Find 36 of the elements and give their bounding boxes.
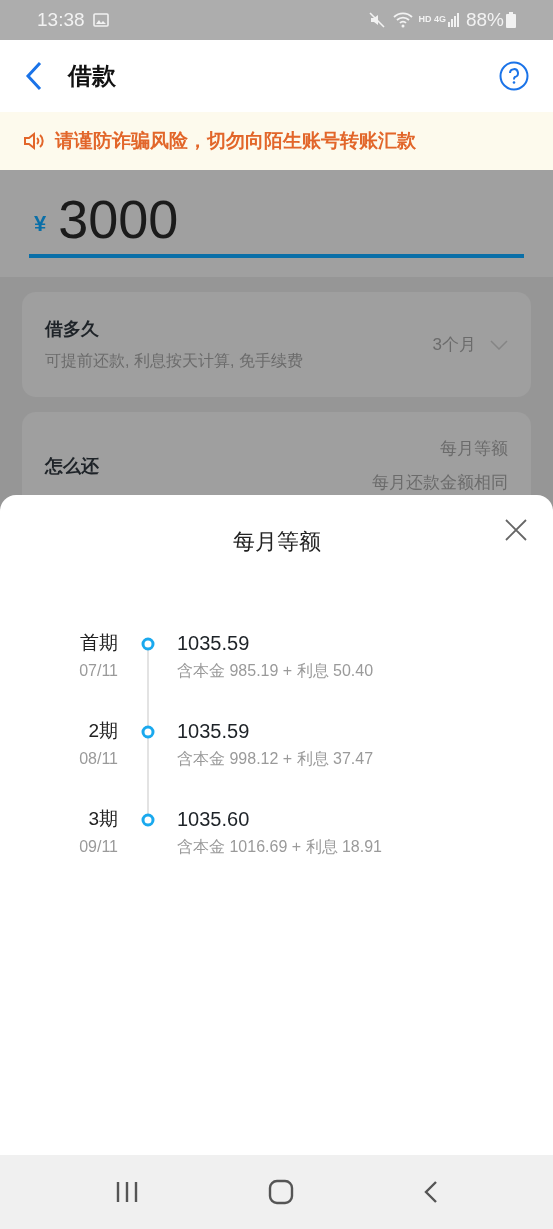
help-icon[interactable] bbox=[499, 61, 529, 91]
network-label: HD 4G bbox=[418, 13, 446, 27]
clock-time: 13:38 bbox=[37, 7, 85, 32]
installment-detail: 含本金 985.19 + 利息 50.40 bbox=[177, 661, 374, 681]
battery-icon bbox=[506, 12, 516, 28]
installment-amount: 1035.59 bbox=[177, 719, 251, 743]
back-nav-icon[interactable] bbox=[422, 1180, 439, 1204]
mute-icon bbox=[369, 12, 386, 28]
back-icon[interactable] bbox=[24, 61, 44, 91]
installment-detail: 含本金 998.12 + 利息 37.47 bbox=[177, 749, 374, 769]
term-label: 借多久 bbox=[45, 318, 100, 341]
installment-amount: 1035.59 bbox=[177, 631, 251, 655]
image-icon bbox=[92, 13, 109, 27]
wifi-icon bbox=[393, 12, 414, 28]
notice-text: 请谨防诈骗风险，切勿向陌生账号转账汇款 bbox=[55, 128, 416, 153]
due-date: 07/11 bbox=[79, 661, 118, 681]
repay-label: 怎么还 bbox=[45, 455, 99, 478]
sheet-title: 每月等额 bbox=[232, 527, 321, 556]
close-icon[interactable] bbox=[505, 519, 527, 541]
installment-detail: 含本金 1016.69 + 利息 18.91 bbox=[177, 837, 382, 857]
recent-apps-icon[interactable] bbox=[114, 1181, 139, 1203]
due-date: 08/11 bbox=[79, 749, 118, 769]
period-label: 3期 bbox=[88, 807, 118, 831]
page-title: 借款 bbox=[68, 61, 116, 91]
period-label: 2期 bbox=[88, 719, 118, 743]
period-label: 首期 bbox=[80, 631, 118, 655]
chevron-down-icon bbox=[490, 339, 508, 350]
signal-icon bbox=[447, 13, 460, 27]
home-icon[interactable] bbox=[267, 1179, 294, 1205]
installment-amount: 1035.60 bbox=[177, 807, 251, 831]
due-date: 09/11 bbox=[79, 837, 118, 857]
timeline-dot bbox=[140, 725, 155, 739]
speaker-icon bbox=[23, 131, 45, 151]
battery-percent: 88% bbox=[465, 7, 504, 32]
timeline-dot bbox=[140, 637, 155, 651]
timeline-dot bbox=[140, 813, 155, 827]
